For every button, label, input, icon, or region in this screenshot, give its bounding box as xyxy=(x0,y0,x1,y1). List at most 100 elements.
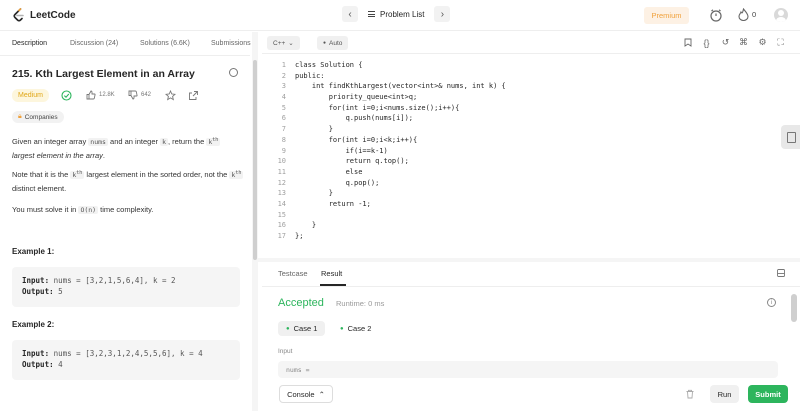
star-icon[interactable] xyxy=(165,90,176,101)
logo-text: LeetCode xyxy=(30,9,76,21)
prev-problem-button[interactable]: ‹ xyxy=(342,6,358,22)
tab-submissions[interactable]: Submissions xyxy=(211,40,251,47)
example-2-title: Example 2: xyxy=(12,320,55,329)
description-paragraph-2: Note that it is the kth largest element … xyxy=(12,170,244,194)
submit-button[interactable]: Submit xyxy=(748,385,788,403)
code-line: 15 xyxy=(277,210,286,219)
result-tabs-divider xyxy=(262,286,800,287)
code-line: 10 return q.top(); xyxy=(277,157,409,166)
collapse-panel-icon[interactable] xyxy=(777,269,785,277)
console-button[interactable]: Console ⌃ xyxy=(279,385,333,403)
streak-counter[interactable]: 0 xyxy=(738,8,756,21)
share-icon[interactable] xyxy=(188,90,199,101)
example-1-title: Example 1: xyxy=(12,247,55,256)
tab-testcase[interactable]: Testcase xyxy=(278,269,308,278)
result-scrollbar[interactable] xyxy=(791,294,797,322)
settings-icon[interactable] xyxy=(229,68,238,77)
code-line: 14 return -1; xyxy=(277,199,371,208)
solved-check-icon xyxy=(61,90,72,101)
problem-nav: ‹ Problem List › xyxy=(342,6,451,22)
companies-tag[interactable]: 🔒︎ Companies xyxy=(12,111,64,123)
code-area[interactable]: 1 class Solution { 2 public: 3 int findKth… xyxy=(262,60,782,242)
run-button[interactable]: Run xyxy=(710,385,739,403)
chevron-down-icon: ⌄ xyxy=(288,40,294,47)
mode-label: Auto xyxy=(329,39,343,47)
left-tabs: Description Discussion (24) Solutions (6… xyxy=(0,32,251,56)
example-1-box: Input: nums = [3,2,1,5,6,4], k = 2 Outpu… xyxy=(12,267,240,307)
tab-discussion[interactable]: Discussion (24) xyxy=(70,40,118,47)
avatar[interactable] xyxy=(774,8,788,22)
trash-icon[interactable] xyxy=(685,389,695,399)
pass-dot-icon: ● xyxy=(286,325,290,332)
language-label: C++ xyxy=(273,39,286,47)
flame-icon xyxy=(738,8,749,21)
like-button[interactable]: 12.8K xyxy=(86,90,115,100)
code-line: 7 } xyxy=(281,125,333,134)
input-label: Input xyxy=(278,348,293,355)
companies-label: Companies xyxy=(24,113,58,121)
tab-result[interactable]: Result xyxy=(321,269,342,278)
streak-count: 0 xyxy=(752,10,757,19)
code-line: 3 int findKthLargest(vector<int>& nums, … xyxy=(281,82,506,91)
code-line: 17}; xyxy=(277,232,304,240)
problem-list-label: Problem List xyxy=(380,9,425,19)
code-line: 5 for(int i=0;i<nums.size();i++){ xyxy=(281,103,460,112)
info-icon[interactable]: i xyxy=(767,298,776,307)
notes-side-tab[interactable] xyxy=(781,125,800,149)
autocomplete-mode-button[interactable]: ● Auto xyxy=(317,36,349,50)
problem-title: 215. Kth Largest Element in an Array xyxy=(12,68,195,80)
bookmark-icon[interactable] xyxy=(682,37,693,48)
runtime-text: Runtime: 0 ms xyxy=(336,299,385,308)
next-problem-button[interactable]: › xyxy=(434,6,451,22)
reset-icon[interactable]: ↺ xyxy=(720,37,731,48)
dot-icon: ● xyxy=(323,40,327,46)
tab-description[interactable]: Description xyxy=(12,40,47,47)
dislike-button[interactable]: 642 xyxy=(128,90,151,100)
input-value-box: nums = xyxy=(278,361,778,378)
fullscreen-icon[interactable]: ⛶ xyxy=(775,37,786,48)
code-line: 12 q.pop(); xyxy=(277,178,380,187)
example-2-box: Input: nums = [3,2,3,1,2,4,5,5,6], k = 4… xyxy=(12,340,240,380)
description-paragraph-3: You must solve it in O(n) time complexit… xyxy=(12,205,154,214)
leetcode-logo-icon xyxy=(13,8,24,22)
case-1-label: Case 1 xyxy=(293,324,318,333)
case-2-label: Case 2 xyxy=(347,324,372,333)
code-line: 4 priority_queue<int>q; xyxy=(281,93,418,102)
code-line: 13 } xyxy=(277,189,333,198)
code-line: 1 class Solution { xyxy=(281,61,363,69)
editor-toolbar: C++ ⌄ ● Auto {} ↺ ⌘ ⚙ ⛶ xyxy=(262,32,800,54)
code-line: 8 for(int i=0;i<k;i++){ xyxy=(281,135,418,144)
like-count: 12.8K xyxy=(99,92,115,98)
code-editor-panel: C++ ⌄ ● Auto {} ↺ ⌘ ⚙ ⛶ 1 class Solution … xyxy=(262,32,800,258)
timer-icon[interactable] xyxy=(709,8,723,22)
code-line: 6 q.push(nums[i]); xyxy=(281,114,414,123)
language-select[interactable]: C++ ⌄ xyxy=(267,36,300,50)
shortcuts-icon[interactable]: ⌘ xyxy=(738,37,749,48)
console-label: Console xyxy=(287,389,315,399)
premium-button[interactable]: Premium xyxy=(644,7,689,24)
status-accepted: Accepted xyxy=(278,297,324,309)
case-2-tab[interactable]: ● Case 2 xyxy=(332,321,379,336)
braces-icon[interactable]: {} xyxy=(701,37,712,48)
thumbs-down-icon xyxy=(128,90,138,100)
editor-settings-icon[interactable]: ⚙ xyxy=(757,37,768,48)
top-navbar: LeetCode ‹ Problem List › Premium 0 xyxy=(0,0,800,31)
lock-icon: 🔒︎ xyxy=(18,113,22,120)
tab-solutions[interactable]: Solutions (6.6K) xyxy=(140,40,190,47)
dislike-count: 642 xyxy=(141,92,152,98)
chevron-up-icon: ⌃ xyxy=(318,389,325,399)
thumbs-up-icon xyxy=(86,90,96,100)
code-line: 2 public: xyxy=(281,71,325,80)
input-value: nums = xyxy=(286,366,310,374)
code-line: 16 } xyxy=(277,221,317,230)
problem-list-link[interactable]: Problem List xyxy=(368,10,424,19)
code-line: 11 else xyxy=(277,167,363,176)
difficulty-badge: Medium xyxy=(12,89,49,102)
description-panel: Description Discussion (24) Solutions (6… xyxy=(0,32,251,411)
logo[interactable]: LeetCode xyxy=(12,8,76,22)
description-paragraph-1: Given an integer array nums and an integ… xyxy=(12,137,221,161)
list-icon xyxy=(368,11,375,17)
case-1-tab[interactable]: ● Case 1 xyxy=(278,321,326,336)
chevron-left-icon: ‹ xyxy=(348,8,352,20)
description-scrollbar[interactable] xyxy=(253,60,257,260)
